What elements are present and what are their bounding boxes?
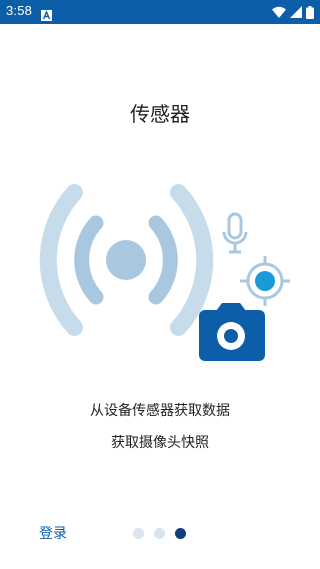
page-indicator-dot[interactable] <box>154 528 165 539</box>
status-bar: 3:58 <box>0 0 320 24</box>
sensor-illustration <box>39 184 290 361</box>
wifi-icon <box>272 6 286 18</box>
page-indicator-dot-active[interactable] <box>175 528 186 539</box>
signal-icon <box>290 6 302 18</box>
onboarding-screen: 3:58 传感器 从设备传感器获取数据 获取摄像头快照 登录 <box>0 0 320 569</box>
status-icons <box>272 5 314 19</box>
page-indicator <box>133 528 186 539</box>
battery-icon <box>306 5 314 19</box>
camera-icon <box>199 303 265 361</box>
page-indicator-dot[interactable] <box>133 528 144 539</box>
page-title: 传感器 <box>130 102 190 126</box>
location-target-icon <box>240 256 290 306</box>
login-button[interactable]: 登录 <box>39 523 67 543</box>
description-line-2: 获取摄像头快照 <box>111 435 209 451</box>
wireless-signal-icon <box>39 184 214 336</box>
app-notification-icon <box>41 6 52 21</box>
description-line-1: 从设备传感器获取数据 <box>90 403 230 419</box>
status-time: 3:58 <box>6 3 33 18</box>
microphone-icon <box>222 212 248 254</box>
